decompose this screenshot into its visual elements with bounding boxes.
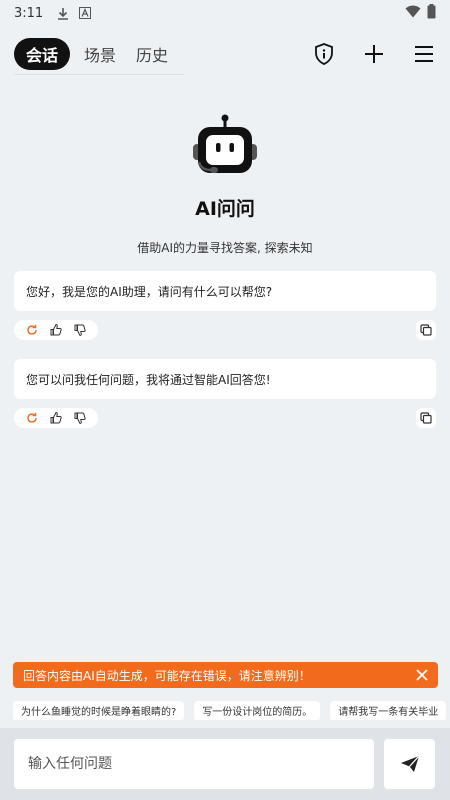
ai-disclaimer-banner: 回答内容由AI自动生成，可能存在错误，请注意辨别！ <box>13 662 438 688</box>
wifi-icon <box>405 5 421 22</box>
shield-info-icon <box>315 43 333 65</box>
thumb-down-icon <box>74 412 86 424</box>
thumb-down-icon <box>74 324 86 336</box>
assistant-message: 您好，我是您的AI助理，请问有什么可以帮您? <box>14 271 436 311</box>
thumb-up-icon <box>50 411 62 423</box>
tab-history[interactable]: 历史 <box>136 38 168 70</box>
message-actions <box>14 320 98 340</box>
copy-icon <box>420 412 432 424</box>
close-banner-button[interactable] <box>416 669 428 681</box>
status-time: 3:11 <box>14 5 44 21</box>
header: 会话 场景 历史 <box>0 36 450 72</box>
assistant-message: 您可以问我任何问题，我将通过智能AI回答您! <box>14 359 436 399</box>
close-icon <box>416 669 428 681</box>
copy-icon <box>420 324 432 336</box>
message-actions <box>14 408 98 428</box>
send-icon <box>400 755 419 772</box>
tab-chat[interactable]: 会话 <box>14 38 71 70</box>
font-icon <box>79 7 92 19</box>
plus-icon <box>365 45 383 63</box>
question-input[interactable] <box>28 756 360 772</box>
status-bar: 3:11 <box>0 0 450 26</box>
battery-icon <box>427 3 436 23</box>
menu-icon <box>415 46 433 62</box>
menu-button[interactable] <box>412 42 436 66</box>
suggestion-chip[interactable]: 为什么鱼睡觉的时候是睁着眼睛的? <box>13 700 185 720</box>
disclaimer-text: 回答内容由AI自动生成，可能存在错误，请注意辨别！ <box>23 668 311 683</box>
header-actions <box>312 42 436 66</box>
refresh-button[interactable] <box>26 321 38 340</box>
refresh-icon <box>27 412 37 423</box>
copy-button[interactable] <box>416 320 436 340</box>
download-icon <box>57 7 69 20</box>
message-text: 您可以问我任何问题，我将通过智能AI回答您! <box>26 372 271 387</box>
new-chat-button[interactable] <box>362 42 386 66</box>
thumb-up-icon <box>50 323 62 335</box>
app-title: AI问问 <box>195 198 255 220</box>
send-button[interactable] <box>384 739 435 789</box>
refresh-icon <box>27 324 37 335</box>
suggestion-chip[interactable]: 请帮我写一条有关毕业 <box>330 700 447 720</box>
thumb-up-button[interactable] <box>50 409 62 428</box>
message-text: 您好，我是您的AI助理，请问有什么可以帮您? <box>26 284 273 299</box>
suggestion-list: 为什么鱼睡觉的时候是睁着眼睛的? 写一份设计岗位的简历。 请帮我写一条有关毕业 <box>13 700 450 720</box>
thumb-down-button[interactable] <box>74 321 86 340</box>
question-input-container <box>14 739 374 789</box>
copy-button[interactable] <box>416 408 436 428</box>
thumb-down-button[interactable] <box>74 409 86 428</box>
app-subtitle: 借助AI的力量寻找答案, 探索未知 <box>137 241 313 255</box>
tab-scenes[interactable]: 场景 <box>84 38 116 70</box>
input-bar <box>0 728 450 800</box>
hero: AI问问 借助AI的力量寻找答案, 探索未知 <box>0 112 450 256</box>
robot-icon <box>189 112 261 184</box>
refresh-button[interactable] <box>26 409 38 428</box>
shield-info-button[interactable] <box>312 42 336 66</box>
thumb-up-button[interactable] <box>50 321 62 340</box>
suggestion-chip[interactable]: 写一份设计岗位的简历。 <box>194 700 321 720</box>
tabs-divider <box>14 74 184 75</box>
